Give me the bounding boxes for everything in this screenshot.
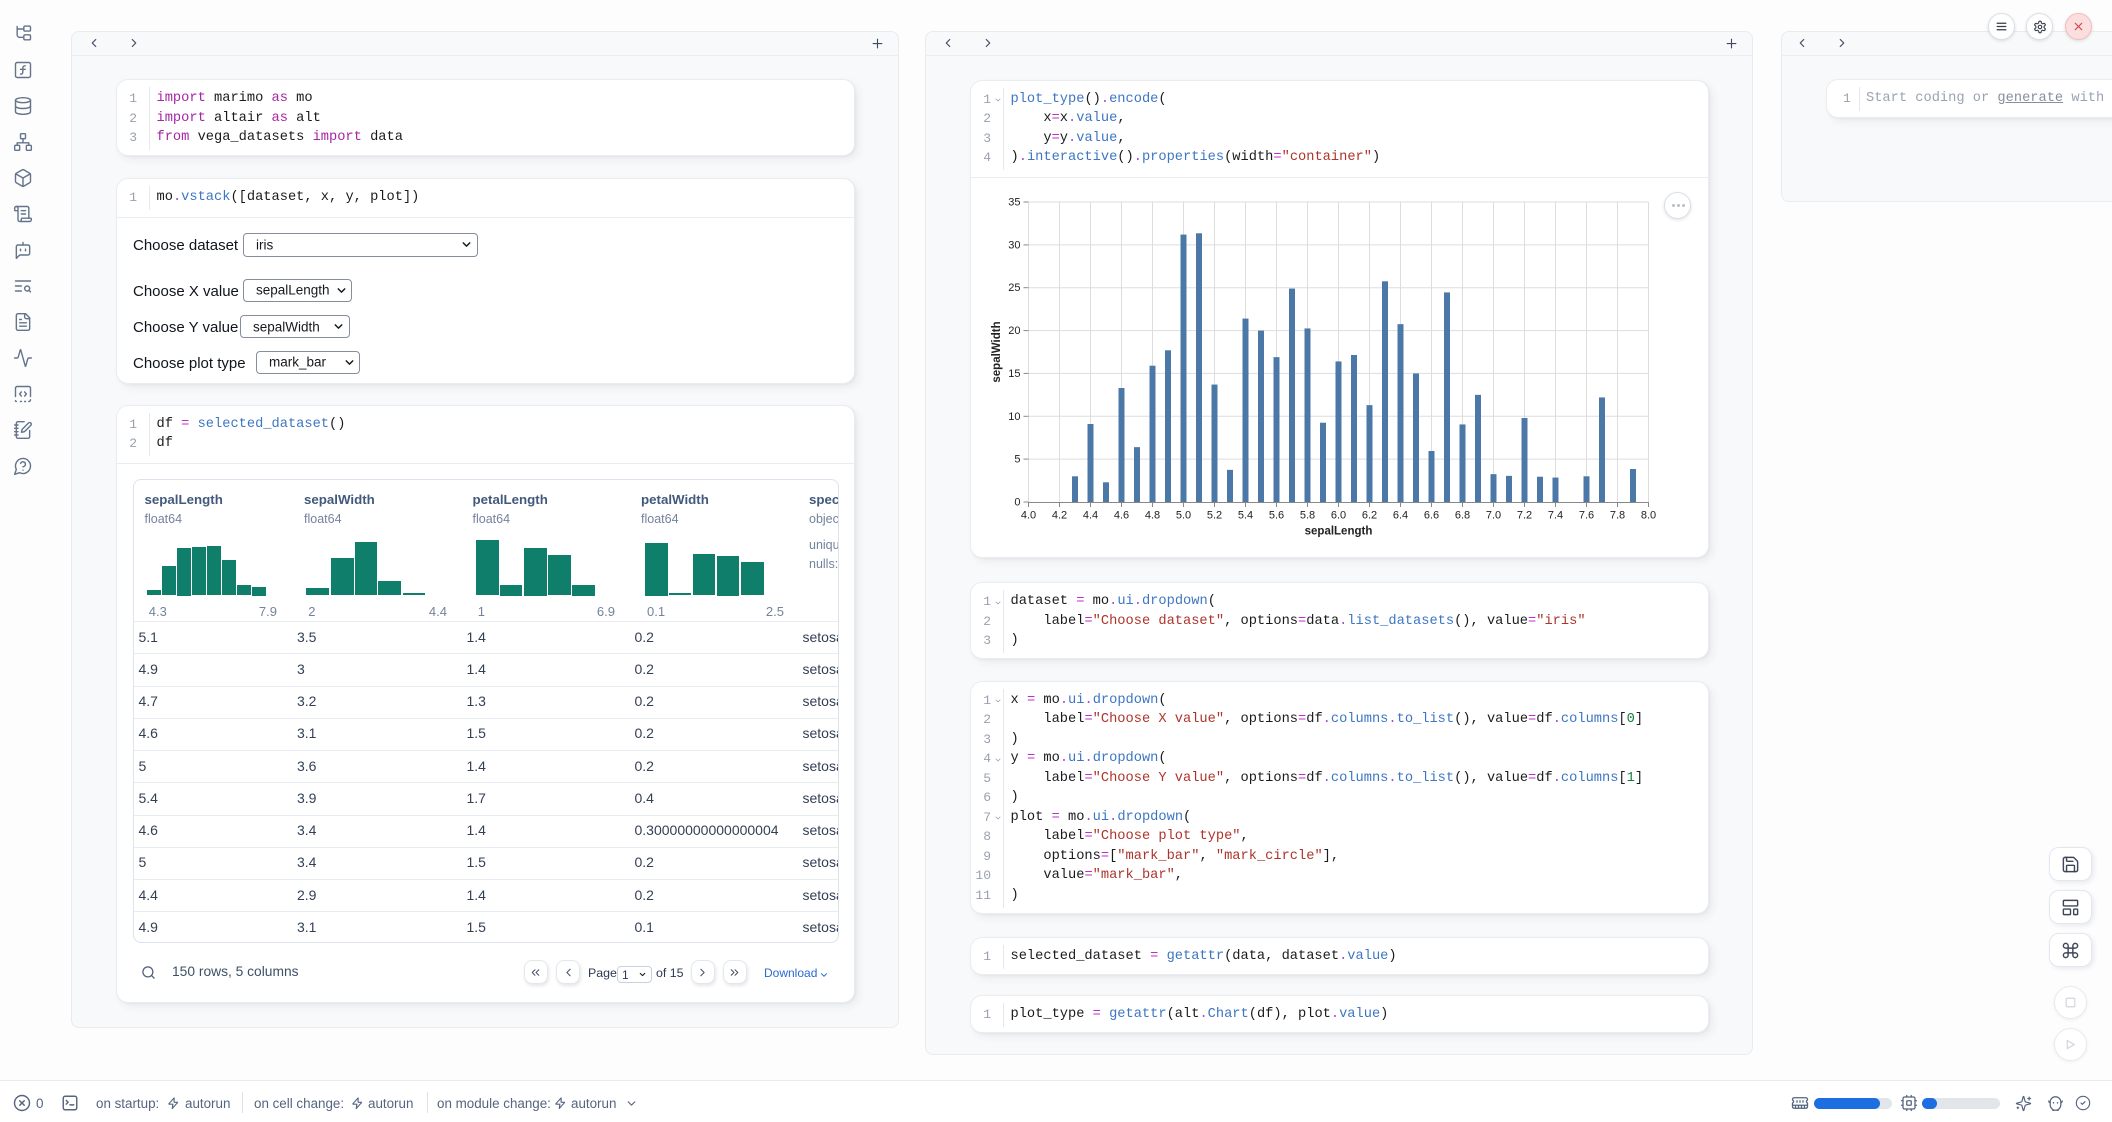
svg-text:10: 10 (1008, 411, 1020, 423)
svg-text:35: 35 (1008, 197, 1020, 209)
svg-text:sepalLength: sepalLength (1305, 526, 1373, 538)
svg-text:4.0: 4.0 (1021, 510, 1036, 522)
svg-text:4.8: 4.8 (1145, 510, 1160, 522)
svg-text:6.6: 6.6 (1424, 510, 1439, 522)
svg-text:6.4: 6.4 (1393, 510, 1408, 522)
svg-text:5: 5 (1014, 454, 1020, 466)
svg-text:5.6: 5.6 (1269, 510, 1284, 522)
svg-text:sepalWidth: sepalWidth (991, 321, 1003, 382)
svg-text:15: 15 (1008, 368, 1020, 380)
svg-text:5.2: 5.2 (1207, 510, 1222, 522)
svg-text:7.4: 7.4 (1548, 510, 1563, 522)
svg-text:7.8: 7.8 (1610, 510, 1625, 522)
svg-text:20: 20 (1008, 325, 1020, 337)
svg-text:30: 30 (1008, 239, 1020, 251)
svg-text:0: 0 (1014, 497, 1020, 509)
svg-text:7.6: 7.6 (1579, 510, 1594, 522)
svg-text:5.0: 5.0 (1176, 510, 1191, 522)
svg-text:7.2: 7.2 (1517, 510, 1532, 522)
svg-text:25: 25 (1008, 282, 1020, 294)
svg-text:4.6: 4.6 (1114, 510, 1129, 522)
svg-text:6.8: 6.8 (1455, 510, 1470, 522)
svg-text:6.0: 6.0 (1331, 510, 1346, 522)
svg-text:8.0: 8.0 (1641, 510, 1656, 522)
svg-text:6.2: 6.2 (1362, 510, 1377, 522)
svg-text:7.0: 7.0 (1486, 510, 1501, 522)
svg-text:5.8: 5.8 (1300, 510, 1315, 522)
svg-text:5.4: 5.4 (1238, 510, 1253, 522)
svg-text:4.4: 4.4 (1083, 510, 1098, 522)
svg-text:4.2: 4.2 (1052, 510, 1067, 522)
